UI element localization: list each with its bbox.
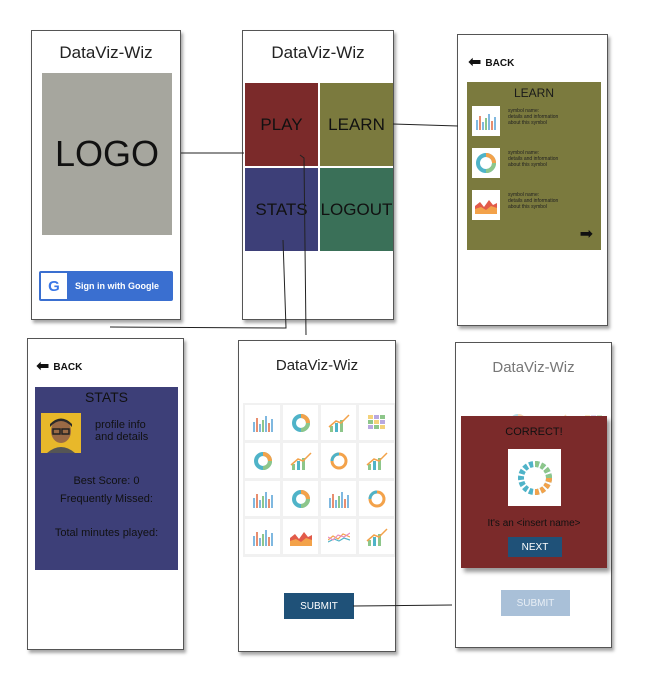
play-tile[interactable]: PLAY	[245, 83, 318, 166]
back-button[interactable]: ⬅ BACK	[36, 359, 82, 375]
back-label: BACK	[485, 57, 515, 69]
ring-chart-icon	[508, 449, 561, 506]
app-title: DataViz-Wiz	[492, 359, 575, 376]
symbol-entry[interactable]: symbol name: details and information abo…	[472, 106, 596, 140]
symbol-entry[interactable]: symbol name: details and information abo…	[472, 190, 596, 224]
donut-chart-icon[interactable]	[245, 443, 280, 478]
growth-chart-icon[interactable]	[359, 443, 394, 478]
avatar	[41, 413, 81, 453]
next-button[interactable]: NEXT	[508, 537, 562, 557]
symbol-details: about this symbol	[508, 162, 547, 168]
donut-chart-icon[interactable]	[283, 481, 318, 516]
result-modal: CORRECT! It's an <insert name> NEXT	[461, 416, 607, 568]
frequently-missed: Frequently Missed:	[60, 493, 153, 505]
bar-chart-icon[interactable]	[245, 481, 280, 516]
wave-chart-icon[interactable]	[321, 519, 356, 554]
submit-button-disabled: SUBMIT	[501, 590, 570, 616]
left-arrow-icon: ⬅	[468, 54, 482, 71]
google-sign-in-label: Sign in with Google	[75, 281, 159, 291]
growth-chart-icon[interactable]	[359, 519, 394, 554]
area-chart-icon	[472, 190, 500, 220]
stats-screen: ⬅ BACK STATS profile info and details Be…	[27, 338, 184, 650]
learn-screen: ⬅ BACK LEARN symbol name: details and in…	[457, 34, 608, 326]
stats-tile[interactable]: STATS	[245, 168, 318, 251]
stats-panel: STATS profile info and details Best Scor…	[35, 387, 178, 570]
app-title: DataViz-Wiz	[271, 43, 365, 62]
login-screen: DataViz-Wiz LOGO G Sign in with Google	[31, 30, 181, 320]
growth-chart-icon[interactable]	[321, 405, 356, 440]
result-message: It's an <insert name>	[487, 518, 581, 529]
modal-title: CORRECT!	[505, 426, 563, 438]
heatmap-icon[interactable]	[359, 405, 394, 440]
menu-screen: DataViz-Wiz PLAY LEARN STATS LOGOUT	[242, 30, 394, 320]
bar-chart-icon[interactable]	[245, 405, 280, 440]
area-chart-icon[interactable]	[283, 519, 318, 554]
submit-button[interactable]: SUBMIT	[284, 593, 354, 619]
symbol-grid	[243, 403, 395, 557]
play-screen: DataViz-Wiz SUBMIT	[238, 340, 396, 652]
panel-title: STATS	[84, 389, 129, 405]
ring-chart-icon[interactable]	[321, 443, 356, 478]
back-label: BACK	[53, 361, 83, 373]
logo-placeholder: LOGO	[42, 73, 172, 235]
growth-chart-icon[interactable]	[283, 443, 318, 478]
right-arrow-icon[interactable]: ➡	[580, 224, 593, 244]
logout-tile[interactable]: LOGOUT	[320, 168, 393, 251]
back-button[interactable]: ⬅ BACK	[468, 55, 514, 71]
symbol-details: about this symbol	[508, 120, 547, 126]
total-minutes: Total minutes played:	[54, 527, 159, 539]
left-arrow-icon: ⬅	[36, 358, 50, 375]
result-screen: DataViz-Wiz CORRECT! It's an <insert nam…	[455, 342, 612, 648]
symbol-entry[interactable]: symbol name: details and information abo…	[472, 148, 596, 182]
profile-info: profile info	[95, 419, 146, 431]
bar-chart-icon	[472, 106, 500, 136]
symbol-details: about this symbol	[508, 204, 547, 210]
donut-chart-icon	[472, 148, 500, 178]
google-icon: G	[41, 273, 67, 299]
donut-chart-icon[interactable]	[283, 405, 318, 440]
bar-chart-icon[interactable]	[321, 481, 356, 516]
learn-panel: LEARN symbol name: details and informati…	[467, 82, 601, 250]
app-title: DataViz-Wiz	[59, 43, 153, 62]
ring-chart-icon[interactable]	[359, 481, 394, 516]
app-title: DataViz-Wiz	[275, 357, 359, 374]
google-sign-in-button[interactable]: G Sign in with Google	[39, 271, 173, 301]
profile-details: and details	[95, 431, 149, 443]
best-score: Best Score: 0	[73, 475, 140, 487]
connector-learn-to-learn-screen	[392, 123, 459, 127]
bar-chart-icon[interactable]	[245, 519, 280, 554]
learn-tile[interactable]: LEARN	[320, 83, 393, 166]
panel-title: LEARN	[513, 86, 554, 100]
